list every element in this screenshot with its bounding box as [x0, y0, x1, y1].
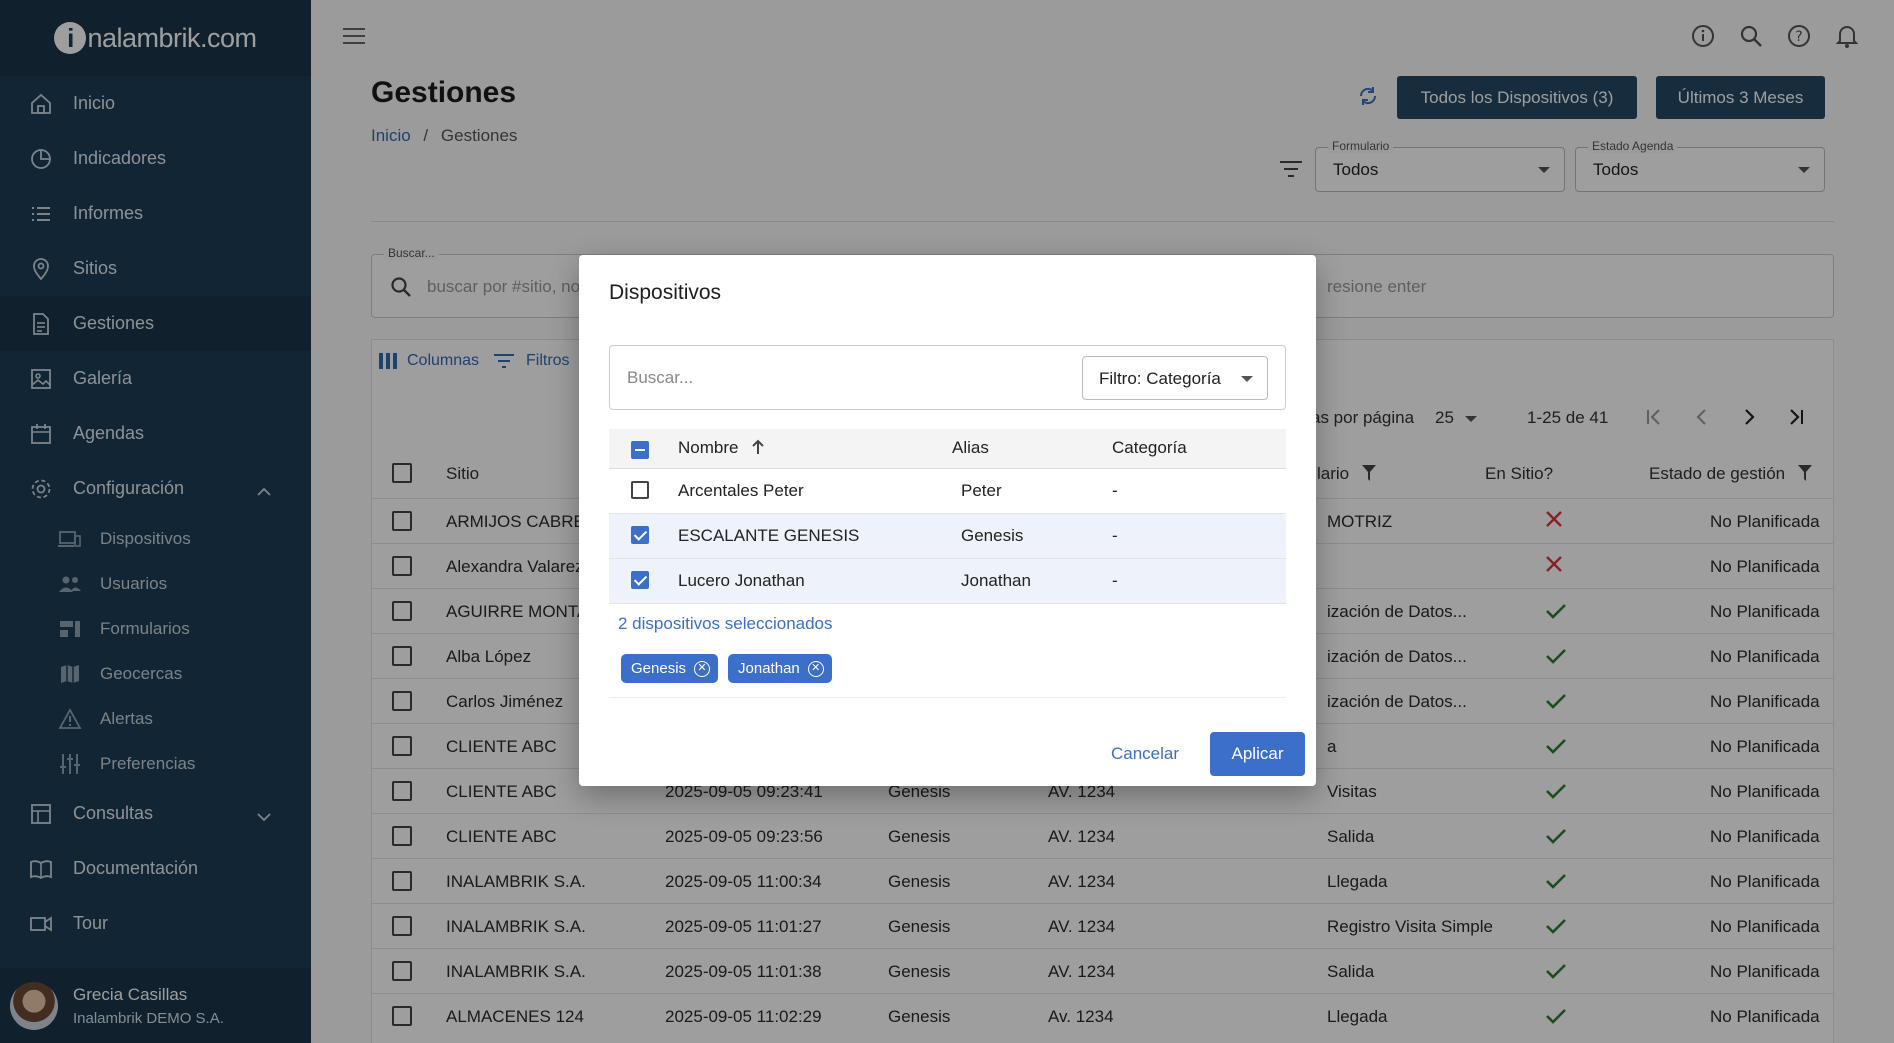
device-row[interactable]: Arcentales Peter Peter - — [609, 469, 1286, 514]
device-search-input[interactable]: Buscar... Filtro: Categoría — [609, 345, 1286, 410]
sort-arrow-up-icon — [752, 439, 764, 454]
chip-remove-icon[interactable]: ✕ — [807, 660, 824, 677]
device-nombre: Arcentales Peter — [678, 481, 804, 500]
chip-label: Genesis — [631, 660, 687, 677]
apply-button[interactable]: Aplicar — [1210, 732, 1305, 776]
device-alias: Genesis — [961, 526, 1024, 545]
device-search-placeholder: Buscar... — [627, 368, 694, 387]
device-categoria: - — [1112, 526, 1118, 545]
device-categoria: - — [1112, 481, 1118, 500]
selected-count-link[interactable]: 2 dispositivos seleccionados — [618, 614, 833, 634]
dialog-title: Dispositivos — [609, 281, 722, 304]
cancel-button[interactable]: Cancelar — [1111, 744, 1179, 764]
devices-dialog: Dispositivos Buscar... Filtro: Categoría… — [579, 255, 1316, 786]
device-nombre: ESCALANTE GENESIS — [678, 526, 860, 545]
dropdown-arrow-icon — [1241, 376, 1253, 382]
chip-label: Jonathan — [738, 660, 800, 677]
devices-table-body: Arcentales Peter Peter - ESCALANTE GENESIS G… — [609, 469, 1286, 604]
device-row-checkbox[interactable] — [631, 526, 649, 544]
selected-device-chip[interactable]: Genesis ✕ — [621, 654, 719, 683]
divider — [609, 697, 1286, 698]
category-filter-value: Filtro: Categoría — [1099, 369, 1221, 388]
device-row-checkbox[interactable] — [631, 481, 649, 499]
devices-table: Nombre Alias Categoría Arcentales Peter P… — [609, 429, 1286, 604]
device-alias: Peter — [961, 481, 1002, 500]
col-header-nombre[interactable]: Nombre — [678, 438, 765, 458]
select-all-devices-checkbox[interactable] — [631, 441, 649, 459]
device-row[interactable]: ESCALANTE GENESIS Genesis - — [609, 514, 1286, 559]
selected-chips: Genesis ✕ Jonathan ✕ — [621, 654, 832, 683]
device-row-checkbox[interactable] — [631, 571, 649, 589]
devices-table-header: Nombre Alias Categoría — [609, 429, 1286, 469]
selected-device-chip[interactable]: Jonathan ✕ — [728, 654, 832, 683]
device-nombre: Lucero Jonathan — [678, 571, 805, 590]
col-header-categoria[interactable]: Categoría — [1112, 438, 1187, 458]
device-alias: Jonathan — [961, 571, 1031, 590]
device-row[interactable]: Lucero Jonathan Jonathan - — [609, 559, 1286, 604]
category-filter-select[interactable]: Filtro: Categoría — [1082, 356, 1268, 400]
col-header-nombre-label: Nombre — [678, 438, 739, 457]
device-categoria: - — [1112, 571, 1118, 590]
chip-remove-icon[interactable]: ✕ — [694, 660, 711, 677]
col-header-alias[interactable]: Alias — [952, 438, 989, 458]
